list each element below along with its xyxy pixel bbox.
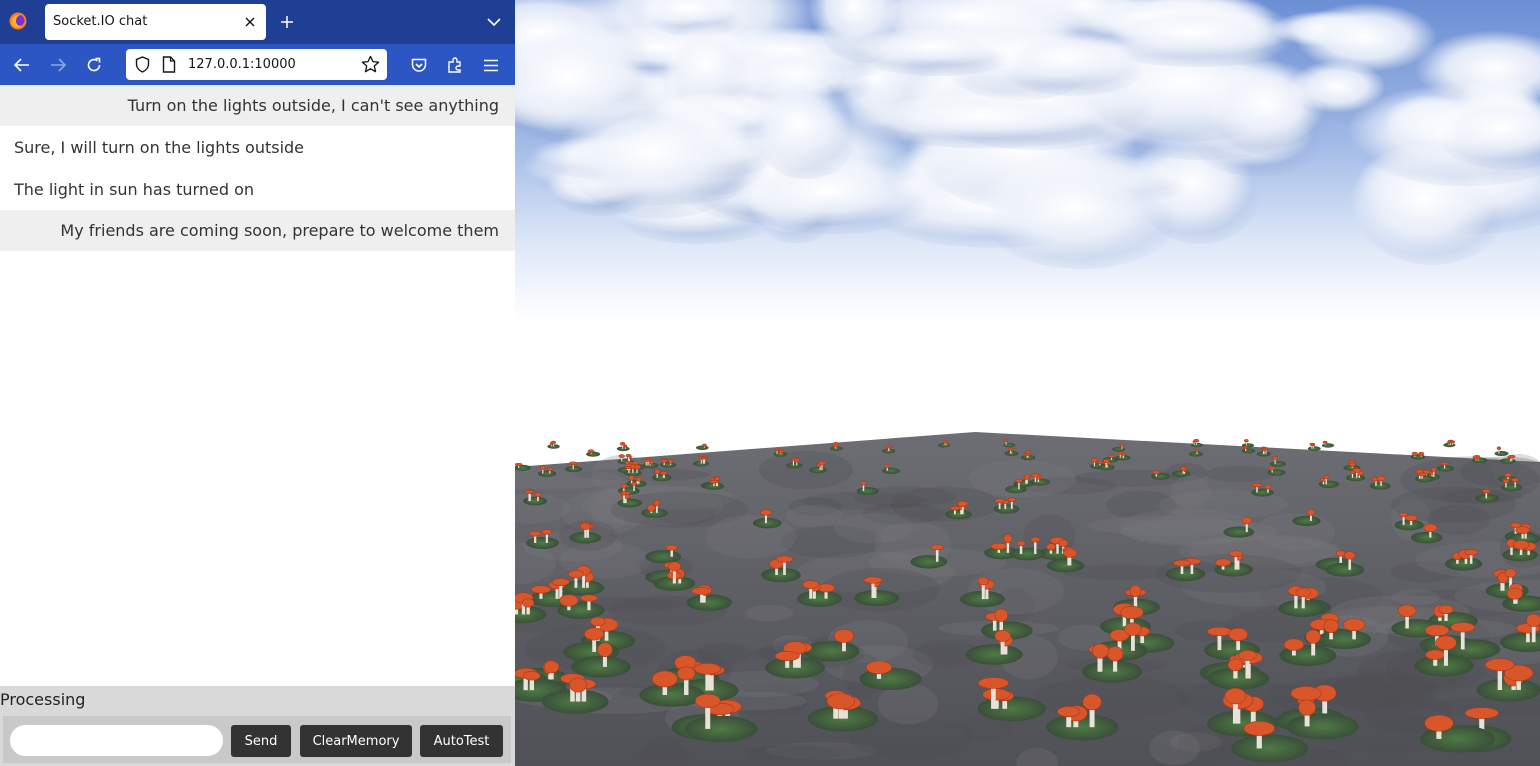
- scene-render: [515, 0, 1540, 766]
- tab-title: Socket.IO chat: [53, 14, 148, 29]
- mushroom-patch: [1317, 618, 1371, 650]
- tab-close-icon[interactable]: [240, 12, 260, 32]
- back-arrow-icon[interactable]: [9, 52, 35, 78]
- browser-window: Socket.IO chat 127.0.0.1:10000 Turn on t…: [0, 0, 515, 766]
- tab-socketio-chat[interactable]: Socket.IO chat: [45, 4, 266, 40]
- extensions-puzzle-icon[interactable]: [442, 52, 468, 78]
- bookmark-star-icon[interactable]: [361, 55, 380, 74]
- message-input[interactable]: [10, 725, 223, 756]
- hamburger-menu-icon[interactable]: [478, 52, 504, 78]
- status-text: Processing: [0, 690, 86, 709]
- chat-form: Send ClearMemory AutoTest: [3, 716, 511, 763]
- send-button[interactable]: Send: [231, 725, 291, 757]
- chat-message: Sure, I will turn on the lights outside: [14, 138, 305, 157]
- tab-list-chevron-down-icon[interactable]: [483, 11, 505, 33]
- chat-message: The light in sun has turned on: [14, 180, 254, 199]
- tracking-shield-icon[interactable]: [134, 56, 151, 73]
- chat-footer: Processing Send ClearMemory AutoTest: [0, 686, 515, 766]
- clear-memory-button[interactable]: ClearMemory: [300, 725, 412, 757]
- chat-page: Turn on the lights outside, I can't see …: [0, 85, 515, 766]
- mushroom-patch: [557, 594, 605, 619]
- page-info-icon[interactable]: [162, 56, 176, 73]
- chat-message: Turn on the lights outside, I can't see …: [0, 85, 515, 126]
- new-tab-plus-icon[interactable]: [276, 11, 298, 33]
- url-text[interactable]: 127.0.0.1:10000: [188, 57, 296, 72]
- firefox-logo-icon: [9, 12, 27, 30]
- clouds: [515, 0, 1540, 270]
- navigation-toolbar: 127.0.0.1:10000: [0, 44, 515, 85]
- 3d-scene-canvas[interactable]: [515, 0, 1540, 766]
- reload-icon[interactable]: [81, 52, 107, 78]
- auto-test-button[interactable]: AutoTest: [420, 725, 503, 757]
- pocket-icon[interactable]: [406, 52, 432, 78]
- chat-message: My friends are coming soon, prepare to w…: [0, 210, 515, 251]
- mushroom-patch: [993, 497, 1020, 514]
- url-bar[interactable]: 127.0.0.1:10000: [126, 49, 387, 80]
- tab-bar: Socket.IO chat: [0, 0, 515, 44]
- forward-arrow-icon[interactable]: [45, 52, 71, 78]
